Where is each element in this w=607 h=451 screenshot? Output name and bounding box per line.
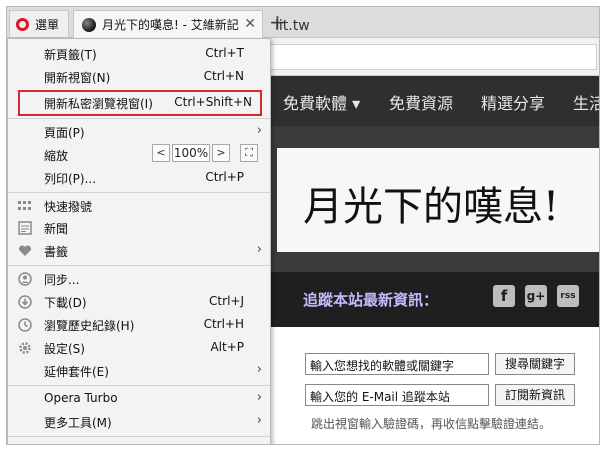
tab-active[interactable]: 月光下的嘆息! - 艾維新記 ✕ (73, 10, 263, 38)
menu-item-shortcut: Alt+P (210, 340, 244, 354)
submenu-arrow-icon: › (256, 390, 262, 405)
menu-item-shortcut: Ctrl+T (205, 46, 244, 60)
menu-item-label: 頁面(P) (44, 126, 85, 140)
menu-item-label: 書籤 (44, 245, 69, 259)
side-card (591, 148, 599, 252)
menu-item-shortcut: Ctrl+N (203, 69, 244, 83)
menu-item-label: 新聞 (44, 222, 69, 236)
menu-item-news[interactable]: 新聞 (8, 217, 270, 239)
menu-item-label: 設定(S) (44, 342, 85, 356)
menu-item-downloads[interactable]: 下載(D) Ctrl+J (8, 291, 270, 313)
clock-icon (18, 318, 32, 332)
menu-separator (8, 436, 270, 437)
menu-item-label: 列印(P)... (44, 172, 97, 186)
tab-title: 月光下的嘆息! - 艾維新記 (102, 18, 239, 32)
nav-item-free-resources[interactable]: 免費資源 (389, 90, 453, 114)
nav-item-free-software[interactable]: 免費軟體 ▾ (283, 90, 360, 114)
url-text: lit.tw (275, 18, 310, 34)
browser-window: 選單 月光下的嘆息! - 艾維新記 ✕ + lit.tw 免費軟體 ▾ 免費資源… (6, 6, 600, 445)
fullscreen-button[interactable]: ⛶ (240, 144, 258, 162)
menu-item-opera-turbo[interactable]: Opera Turbo › (8, 388, 270, 410)
google-plus-icon[interactable]: g+ (525, 285, 547, 307)
download-icon (18, 295, 32, 309)
menu-item-label: 延伸套件(E) (44, 365, 109, 379)
search-input[interactable]: 輸入您想找的軟體或關鍵字 (305, 353, 489, 375)
menu-separator (8, 385, 270, 386)
menu-item-shortcut: Ctrl+J (209, 294, 244, 308)
heart-icon (18, 245, 32, 256)
submenu-arrow-icon: › (256, 413, 262, 428)
menu-separator (8, 192, 270, 193)
facebook-icon[interactable]: f (493, 285, 515, 307)
zoom-in-button[interactable]: > (212, 144, 230, 162)
submenu-arrow-icon: › (256, 362, 262, 377)
menu-item-label: 開新視窗(N) (44, 71, 111, 85)
menu-item-history[interactable]: 瀏覽歷史紀錄(H) Ctrl+H (8, 314, 270, 336)
helper-text: 跳出視窗輸入驗證碼，再收信點擊驗證連結。 (311, 417, 552, 431)
menu-item-label: 新頁籤(T) (44, 48, 97, 62)
menu-button-label: 選單 (35, 17, 60, 32)
menu-item-speed-dial[interactable]: 快速撥號 (8, 195, 270, 217)
nav-item-featured[interactable]: 精選分享 (481, 90, 545, 114)
submenu-arrow-icon: › (256, 242, 262, 257)
menu-item-extensions[interactable]: 延伸套件(E) › (8, 360, 270, 382)
menu-item-label: 更多工具(M) (44, 416, 112, 430)
opera-logo-icon (16, 17, 29, 31)
menu-separator (8, 265, 270, 266)
menu-item-shortcut: Ctrl+H (203, 317, 244, 331)
menu-item-print[interactable]: 列印(P)... Ctrl+P (8, 167, 270, 189)
speed-dial-icon (18, 201, 31, 210)
opera-main-menu: 新頁籤(T) Ctrl+T 開新視窗(N) Ctrl+N 開新私密瀏覽視窗(I)… (7, 38, 271, 444)
rss-icon[interactable]: rss (557, 285, 579, 307)
zoom-level: 100% (172, 144, 210, 162)
highlight-annotation (18, 90, 262, 116)
opera-menu-button[interactable]: 選單 (9, 10, 69, 37)
follow-text: 追蹤本站最新資訊： (303, 291, 439, 309)
close-tab-icon[interactable]: ✕ (244, 16, 256, 32)
subscribe-button[interactable]: 訂閱新資訊 (495, 384, 575, 406)
menu-separator (8, 118, 270, 119)
menu-item-label: 快速撥號 (44, 200, 93, 214)
menu-item-label: 下載(D) (44, 296, 87, 310)
menu-item-label: 縮放 (44, 149, 69, 163)
url-field[interactable] (217, 44, 597, 70)
menu-item-page[interactable]: 頁面(P) › (8, 121, 270, 143)
menu-item-settings[interactable]: 設定(S) Alt+P (8, 337, 270, 359)
menu-item-bookmarks[interactable]: 書籤 › (8, 240, 270, 262)
email-input[interactable]: 輸入您的 E-Mail 追蹤本站 (305, 384, 489, 406)
menu-item-label: 瀏覽歷史紀錄(H) (44, 319, 135, 333)
menu-item-shortcut: Ctrl+P (205, 170, 244, 184)
site-favicon-icon (82, 17, 96, 32)
menu-item-label: 同步... (44, 273, 80, 287)
menu-item-new-tab[interactable]: 新頁籤(T) Ctrl+T (8, 43, 270, 65)
menu-item-more-tools[interactable]: 更多工具(M) › (8, 411, 270, 433)
news-icon (18, 221, 32, 235)
nav-item-life[interactable]: 生活 (573, 90, 599, 114)
menu-item-new-window[interactable]: 開新視窗(N) Ctrl+N (8, 66, 270, 88)
user-icon (18, 272, 32, 286)
menu-item-zoom: 縮放 (8, 144, 270, 166)
gear-icon (19, 342, 31, 354)
site-title[interactable]: 月光下的嘆息! (303, 174, 559, 232)
zoom-out-button[interactable]: < (152, 144, 170, 162)
submenu-arrow-icon: › (256, 123, 262, 138)
menu-item-sync[interactable]: 同步... (8, 268, 270, 290)
menu-item-label: Opera Turbo (44, 391, 118, 405)
search-button[interactable]: 搜尋關鍵字 (495, 353, 575, 375)
